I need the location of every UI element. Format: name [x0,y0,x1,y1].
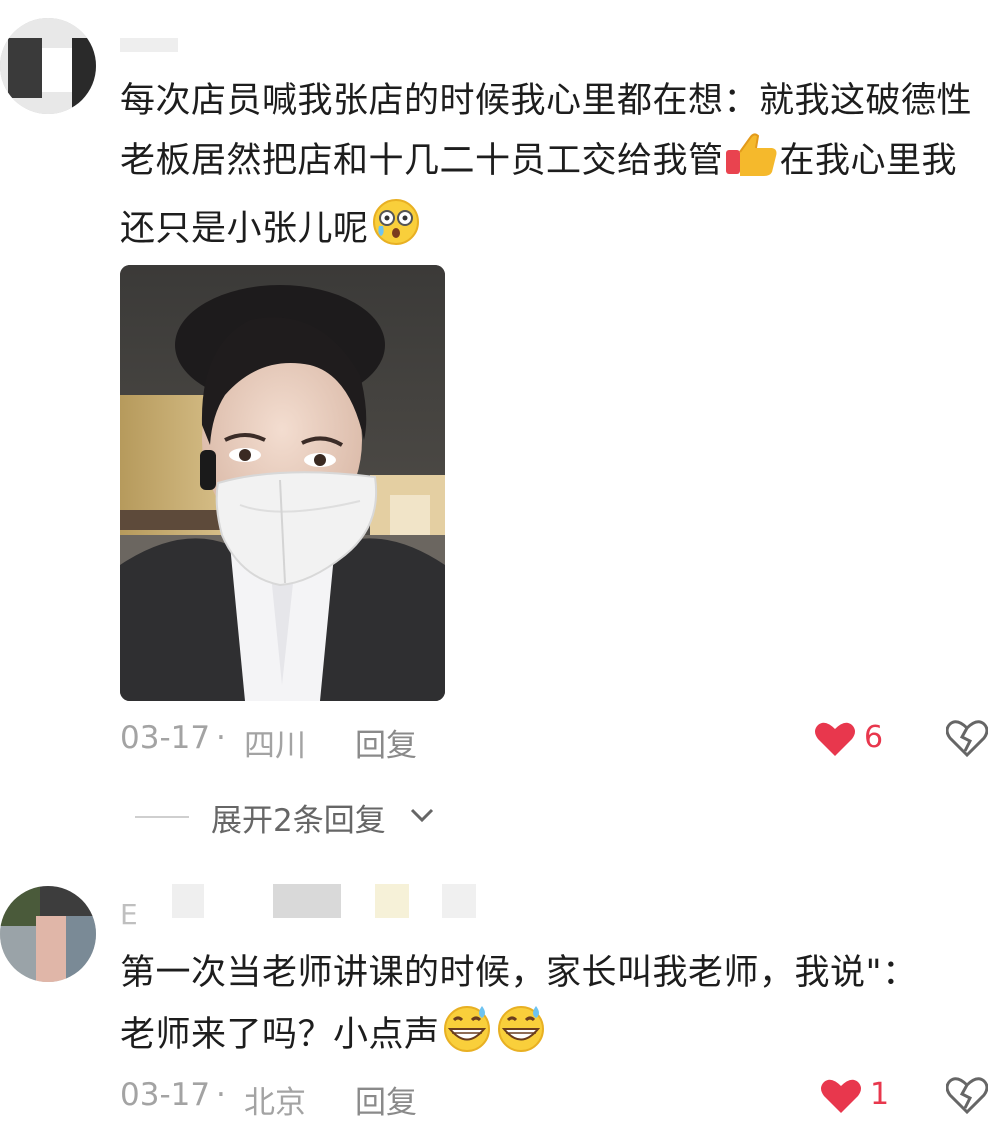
avatar[interactable] [0,886,96,982]
comment-date: 03-17 [120,720,211,756]
astonished-face-icon [369,196,423,264]
chevron-down-icon [409,805,435,829]
reply-button[interactable]: 回复 [355,1077,417,1122]
like-button[interactable]: 1 [820,1075,900,1119]
dislike-broken-heart-icon[interactable] [945,1075,989,1119]
divider-line [135,816,189,818]
grinning-sweat-face-icon [440,1002,494,1070]
meta-separator: · [216,1077,226,1113]
heart-filled-icon [820,1077,862,1119]
avatar[interactable] [0,18,96,114]
username-blurred-2 [273,884,341,918]
reply-button[interactable]: 回复 [355,720,417,765]
comment-text: 每次店员喊我张店的时候我心里都在想：就我这破德性老板居然把店和十几二十员工交给我… [120,73,990,264]
comment-location: 四川 [244,728,306,764]
username-blurred[interactable] [120,38,178,52]
like-button[interactable]: 6 [814,718,904,762]
thumbs-up-icon [724,130,780,196]
meta-separator: · [216,720,226,756]
attached-photo[interactable] [120,265,445,701]
expand-replies-label: 展开2条回复 [211,803,386,839]
dislike-broken-heart-icon[interactable] [945,718,989,762]
username-blurred-4 [442,884,476,918]
expand-replies[interactable]: 展开2条回复 [135,795,455,839]
comment-date: 03-17 [120,1077,211,1113]
like-count: 6 [864,720,884,755]
grinning-sweat-face-icon [494,1002,548,1070]
username-blurred-3 [375,884,409,918]
username-blurred-1 [172,884,204,918]
heart-filled-icon [814,720,856,762]
username[interactable]: E [120,898,138,931]
comment-text: 第一次当老师讲课的时候，家长叫我老师，我说"：老师来了吗？小点声 [120,945,950,1070]
like-count: 1 [870,1077,890,1112]
comment-location: 北京 [244,1085,306,1121]
